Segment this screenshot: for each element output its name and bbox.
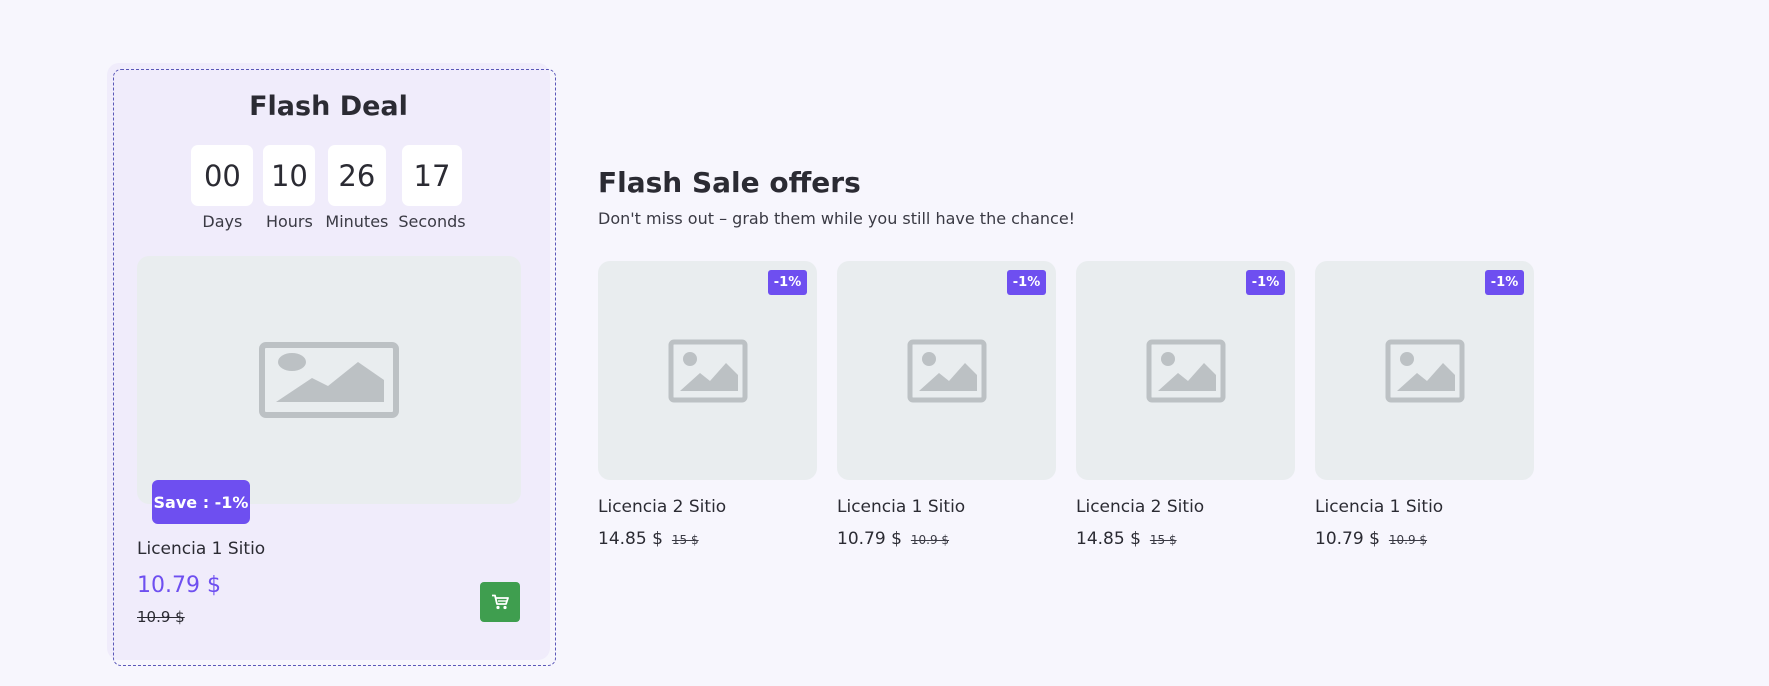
product-card[interactable]: -1% Licencia 2 Sitio 14.85 $ 15 $	[1076, 261, 1295, 549]
discount-badge: -1%	[1007, 270, 1046, 295]
countdown-seconds-value: 17	[401, 145, 462, 206]
product-old-price: 10.9 $	[910, 533, 950, 547]
product-name[interactable]: Licencia 2 Sitio	[1076, 497, 1295, 517]
flash-deal-image[interactable]	[137, 256, 521, 504]
discount-badge: -1%	[1485, 270, 1524, 295]
product-card[interactable]: -1% Licencia 2 Sitio 14.85 $ 15 $	[598, 261, 817, 549]
product-image[interactable]: -1%	[837, 261, 1056, 480]
product-prices: 14.85 $ 15 $	[598, 529, 817, 549]
product-card[interactable]: -1% Licencia 1 Sitio 10.79 $ 10.9 $	[1315, 261, 1534, 549]
product-prices: 14.85 $ 15 $	[1076, 529, 1295, 549]
add-to-cart-button[interactable]	[480, 582, 520, 622]
image-placeholder-icon	[668, 339, 747, 402]
product-name[interactable]: Licencia 1 Sitio	[837, 497, 1056, 517]
countdown-hours-value: 10	[263, 145, 316, 206]
product-price: 10.79 $	[837, 529, 902, 549]
product-price: 10.79 $	[1315, 529, 1380, 549]
product-image[interactable]: -1%	[598, 261, 817, 480]
product-old-price: 15 $	[671, 533, 699, 547]
flash-sale-title: Flash Sale offers	[598, 166, 861, 199]
product-card[interactable]: -1% Licencia 1 Sitio 10.79 $ 10.9 $	[837, 261, 1056, 549]
flash-deal-price: 10.79 $	[137, 573, 221, 598]
countdown-seconds-label: Seconds	[398, 212, 466, 231]
countdown-minutes-value: 26	[327, 145, 386, 206]
image-placeholder-icon	[1146, 339, 1225, 402]
flash-deal-card: Flash Deal 00 Days 10 Hours 26 Minutes 1…	[107, 63, 556, 666]
countdown-hours-label: Hours	[265, 212, 313, 231]
countdown-days: 00 Days	[191, 145, 254, 231]
cart-icon	[492, 594, 509, 610]
product-price: 14.85 $	[1076, 529, 1141, 549]
countdown-minutes: 26 Minutes	[325, 145, 388, 231]
product-prices: 10.79 $ 10.9 $	[1315, 529, 1534, 549]
discount-badge: -1%	[1246, 270, 1285, 295]
product-image[interactable]: -1%	[1315, 261, 1534, 480]
countdown-hours: 10 Hours	[263, 145, 316, 231]
countdown-minutes-label: Minutes	[325, 212, 389, 231]
image-placeholder-icon	[259, 342, 399, 418]
product-price: 14.85 $	[598, 529, 663, 549]
product-prices: 10.79 $ 10.9 $	[837, 529, 1056, 549]
countdown-seconds: 17 Seconds	[398, 145, 466, 231]
product-old-price: 10.9 $	[1388, 533, 1428, 547]
countdown-timer: 00 Days 10 Hours 26 Minutes 17 Seconds	[107, 145, 550, 231]
image-placeholder-icon	[907, 339, 986, 402]
product-image[interactable]: -1%	[1076, 261, 1295, 480]
product-old-price: 15 $	[1149, 533, 1177, 547]
product-name[interactable]: Licencia 1 Sitio	[1315, 497, 1534, 517]
flash-deal-product-name[interactable]: Licencia 1 Sitio	[137, 539, 265, 559]
save-badge: Save : -1%	[152, 480, 250, 524]
countdown-days-label: Days	[202, 212, 243, 231]
discount-badge: -1%	[768, 270, 807, 295]
flash-deal-title: Flash Deal	[249, 91, 408, 122]
image-placeholder-icon	[1385, 339, 1464, 402]
flash-sale-subtitle: Don't miss out – grab them while you sti…	[598, 209, 1076, 228]
product-name[interactable]: Licencia 2 Sitio	[598, 497, 817, 517]
countdown-days-value: 00	[191, 145, 254, 206]
flash-deal-old-price: 10.9 $	[137, 608, 185, 626]
